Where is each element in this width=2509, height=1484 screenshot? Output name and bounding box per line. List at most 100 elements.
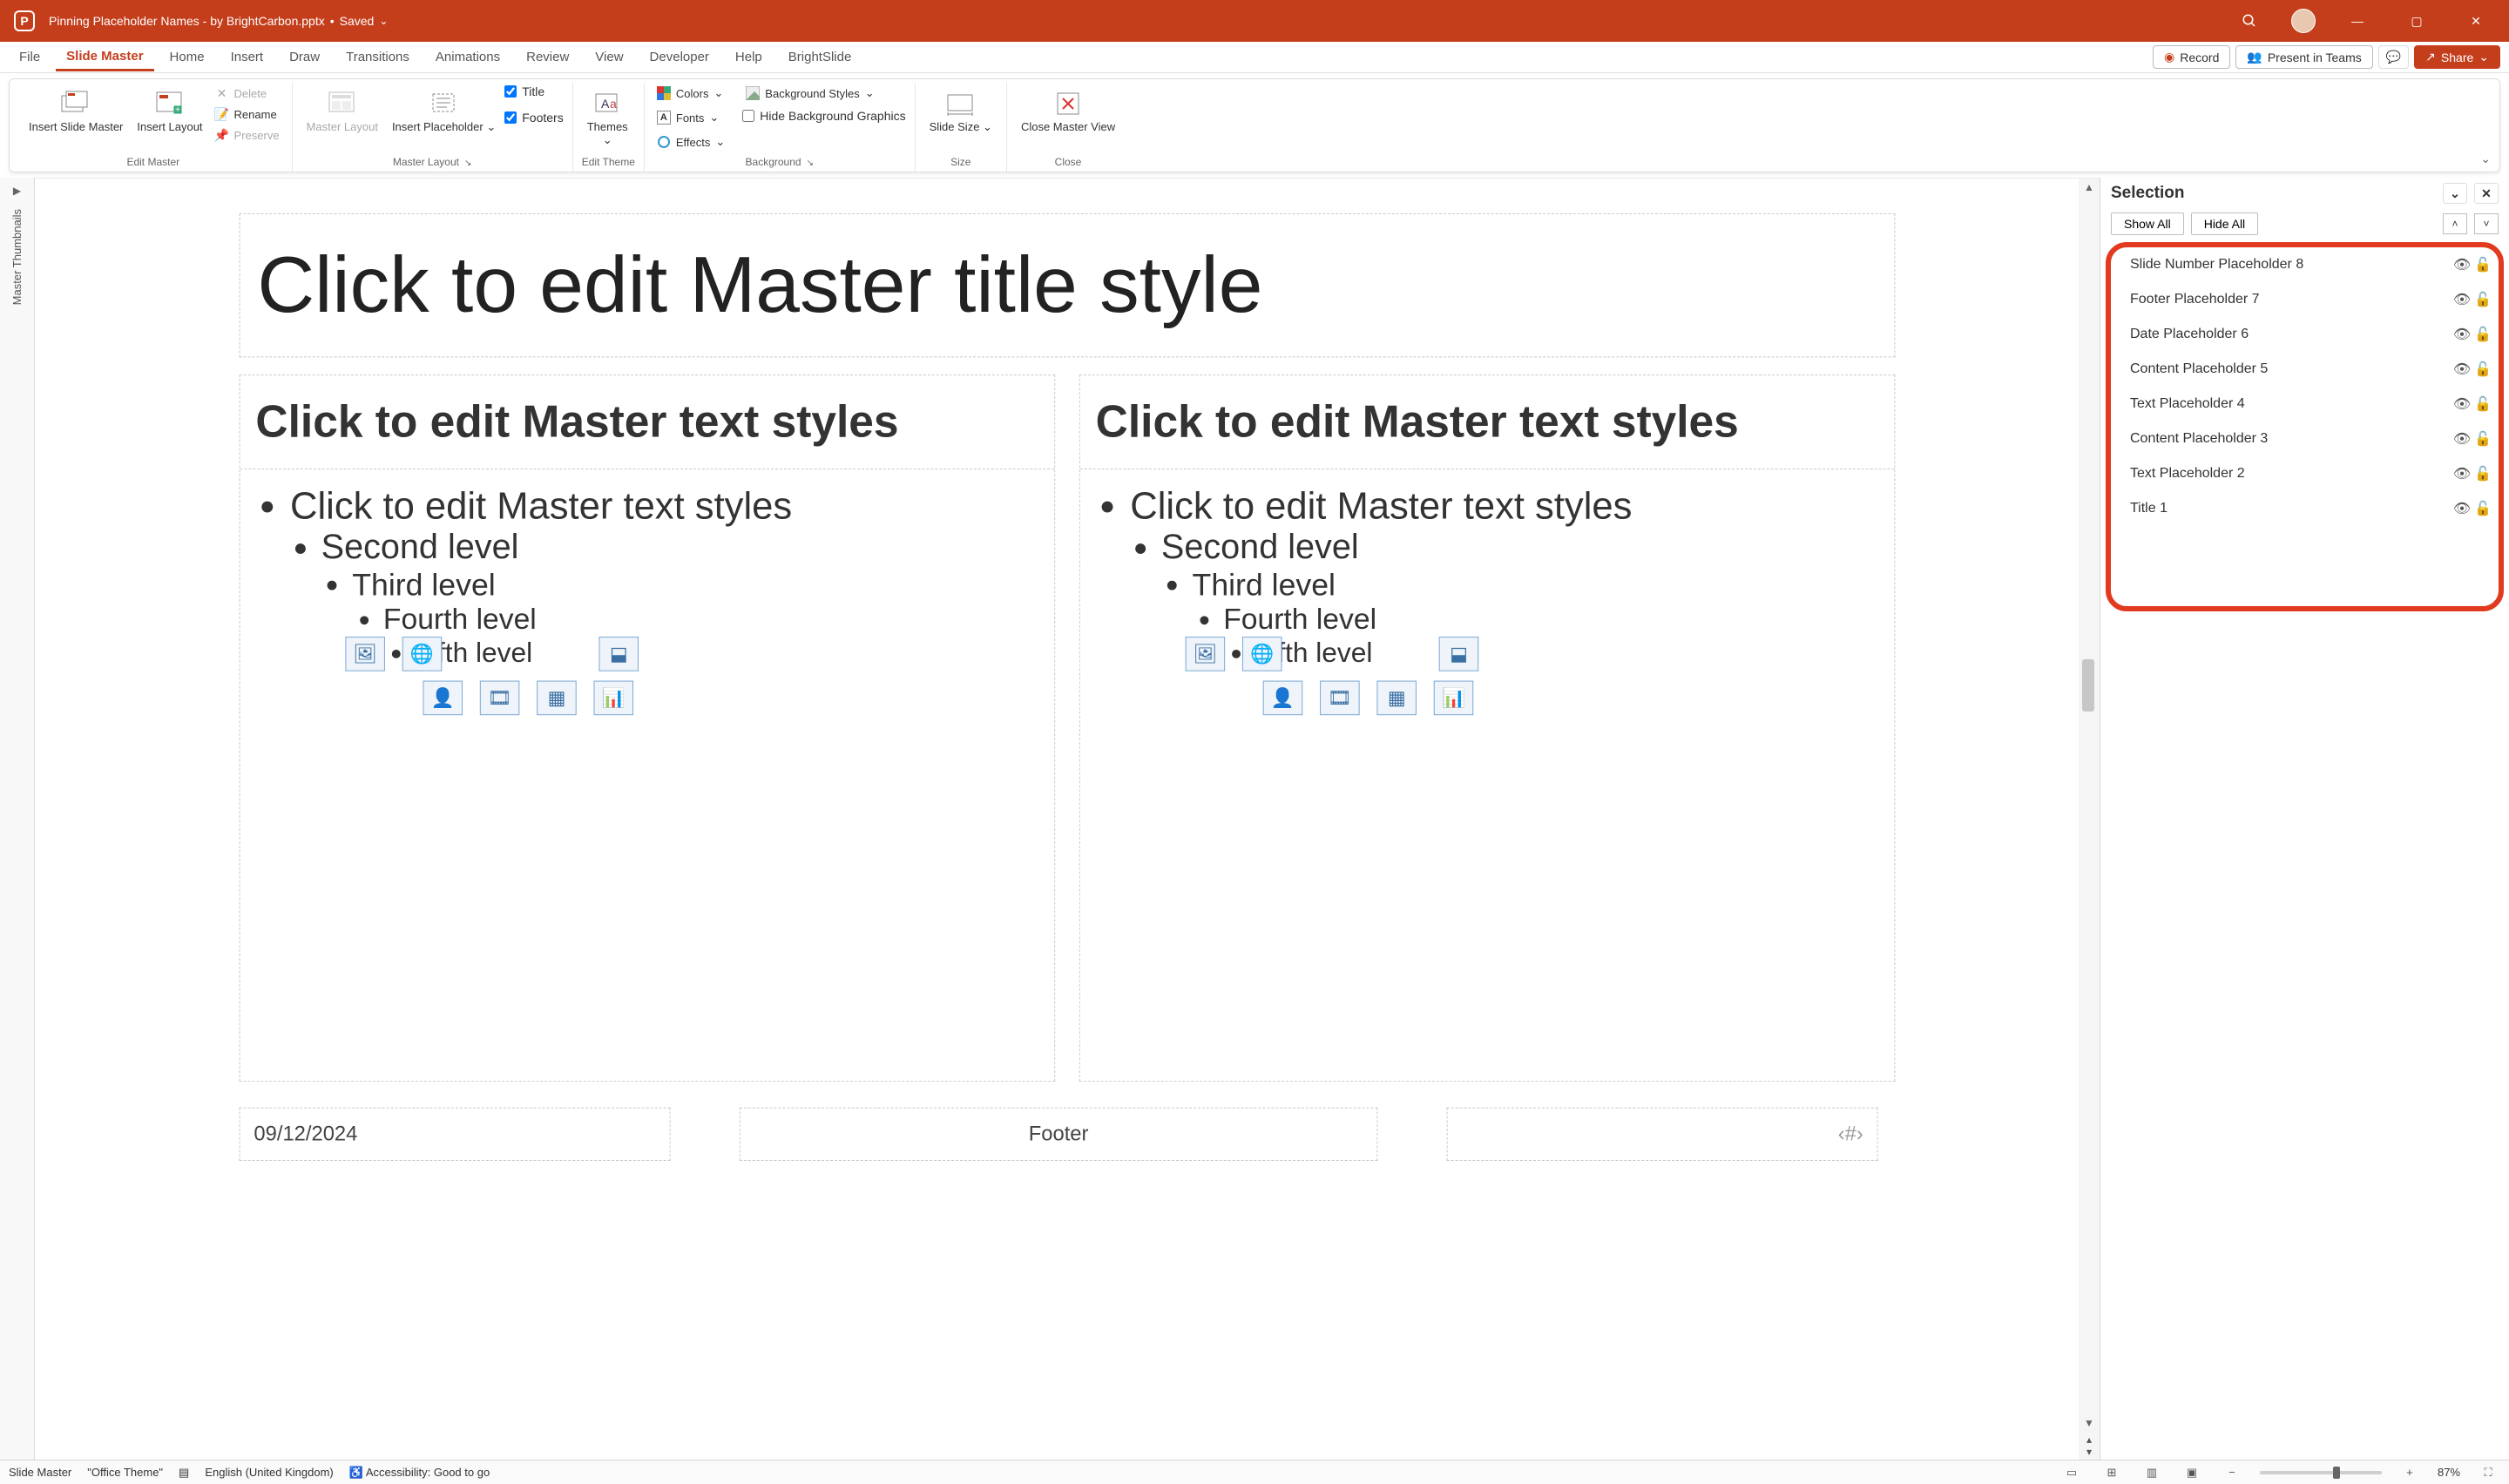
chevron-down-icon[interactable]: ⌄ (379, 15, 388, 27)
close-pane-button[interactable]: ✕ (2474, 183, 2499, 204)
insert-video-icon[interactable]: 🎞 (480, 681, 520, 716)
lock-toggle-icon[interactable]: 🔓 (2472, 465, 2493, 482)
tab-review[interactable]: Review (516, 44, 579, 70)
content-placeholder-right[interactable]: Click to edit Master text styles Second … (1080, 469, 1895, 731)
hide-background-graphics-checkbox[interactable]: Hide Background Graphics (742, 109, 905, 123)
lock-toggle-icon[interactable]: 🔓 (2472, 395, 2493, 413)
hide-all-button[interactable]: Hide All (2191, 212, 2258, 235)
notes-button[interactable]: ▤ (179, 1466, 189, 1480)
tab-animations[interactable]: Animations (425, 44, 511, 70)
status-language[interactable]: English (United Kingdom) (205, 1466, 333, 1479)
selection-item[interactable]: Text Placeholder 2 👁 🔓 (2106, 456, 2504, 491)
present-in-teams-button[interactable]: 👥 Present in Teams (2235, 45, 2372, 69)
insert-cameo-icon[interactable]: 👤 (1263, 681, 1303, 716)
insert-video-icon[interactable]: 🎞 (1320, 681, 1360, 716)
visibility-toggle-icon[interactable]: 👁 (2452, 430, 2472, 448)
share-button[interactable]: ↗ Share ⌄ (2414, 45, 2500, 69)
lock-toggle-icon[interactable]: 🔓 (2472, 361, 2493, 378)
lock-toggle-icon[interactable]: 🔓 (2472, 326, 2493, 343)
expand-thumbnails-button[interactable]: ▶ (13, 185, 21, 197)
tab-slide-master[interactable]: Slide Master (56, 44, 153, 71)
selection-item[interactable]: Date Placeholder 6 👁 🔓 (2106, 317, 2504, 352)
visibility-toggle-icon[interactable]: 👁 (2452, 395, 2472, 413)
selection-item[interactable]: Footer Placeholder 7 👁 🔓 (2106, 282, 2504, 317)
bring-forward-button[interactable]: ˄ (2443, 213, 2467, 234)
insert-placeholder-button[interactable]: Insert Placeholder ⌄ (387, 84, 501, 138)
footer-placeholder[interactable]: Footer (740, 1108, 1378, 1161)
fit-to-window-button[interactable]: ⛶ (2476, 1464, 2500, 1481)
insert-chart-icon[interactable]: 📊 (593, 681, 633, 716)
date-placeholder[interactable]: 09/12/2024 (240, 1108, 671, 1161)
content-placeholder-left[interactable]: Click to edit Master text styles Second … (240, 469, 1055, 731)
tab-insert[interactable]: Insert (220, 44, 274, 70)
insert-table-icon[interactable]: ▦ (537, 681, 577, 716)
zoom-value[interactable]: 87% (2438, 1466, 2460, 1479)
scroll-thumb[interactable] (2082, 659, 2094, 712)
insert-chart-icon[interactable]: 📊 (1434, 681, 1474, 716)
slideshow-view-button[interactable]: ▣ (2180, 1464, 2204, 1481)
lock-toggle-icon[interactable]: 🔓 (2472, 256, 2493, 273)
effects-button[interactable]: Effects ⌄ (653, 133, 728, 151)
text-placeholder-right[interactable]: Click to edit Master text styles Click t… (1079, 374, 1896, 1082)
minimize-button[interactable]: ― (2340, 7, 2375, 35)
user-avatar[interactable] (2291, 9, 2316, 33)
themes-button[interactable]: Aa Themes⌄ (582, 84, 633, 151)
selection-item[interactable]: Title 1 👁 🔓 (2106, 491, 2504, 526)
slide-sorter-view-button[interactable]: ⊞ (2100, 1464, 2124, 1481)
tab-developer[interactable]: Developer (639, 44, 720, 70)
tab-help[interactable]: Help (725, 44, 773, 70)
visibility-toggle-icon[interactable]: 👁 (2452, 465, 2472, 482)
title-checkbox[interactable]: Title (504, 84, 563, 98)
dialog-launcher-icon[interactable]: ↘ (464, 159, 471, 168)
visibility-toggle-icon[interactable]: 👁 (2452, 361, 2472, 378)
scroll-track[interactable] (2079, 196, 2100, 1414)
insert-cameo-icon[interactable]: 👤 (423, 681, 463, 716)
tab-view[interactable]: View (585, 44, 633, 70)
vertical-scrollbar[interactable]: ▲ ▼ ▴ ▾ (2079, 179, 2100, 1460)
scroll-up-icon[interactable]: ▲ (2079, 179, 2100, 196)
slide-size-button[interactable]: Slide Size ⌄ (924, 84, 998, 138)
show-all-button[interactable]: Show All (2111, 212, 2184, 235)
slide-canvas[interactable]: Click to edit Master title style Click t… (35, 178, 2100, 1460)
insert-table-icon[interactable]: ▦ (1376, 681, 1417, 716)
insert-layout-button[interactable]: + Insert Layout (132, 84, 207, 138)
insert-picture-icon[interactable]: 🖼 (345, 637, 385, 671)
close-button[interactable]: ✕ (2458, 7, 2493, 35)
search-icon[interactable] (2232, 7, 2267, 35)
insert-online-picture-icon[interactable]: 🌐 (402, 637, 443, 671)
maximize-button[interactable]: ▢ (2399, 7, 2434, 35)
record-button[interactable]: ◉ Record (2153, 45, 2230, 69)
status-theme[interactable]: "Office Theme" (87, 1466, 163, 1479)
reading-view-button[interactable]: ▥ (2140, 1464, 2164, 1481)
previous-slide-icon[interactable]: ▴ (2086, 1433, 2092, 1446)
slide-number-placeholder[interactable]: ‹#› (1447, 1108, 1878, 1161)
zoom-in-button[interactable]: + (2397, 1464, 2422, 1481)
pane-options-button[interactable]: ⌄ (2443, 183, 2467, 204)
tab-brightslide[interactable]: BrightSlide (778, 44, 862, 70)
colors-button[interactable]: Colors ⌄ (653, 84, 728, 102)
rename-button[interactable]: 📝 Rename (212, 105, 283, 123)
tab-home[interactable]: Home (159, 44, 215, 70)
tab-file[interactable]: File (9, 44, 51, 70)
insert-picture-icon[interactable]: 🖼 (1186, 637, 1226, 671)
zoom-slider[interactable] (2260, 1471, 2382, 1474)
footers-checkbox[interactable]: Footers (504, 111, 563, 125)
accessibility-status[interactable]: ♿ Accessibility: Good to go (349, 1466, 490, 1480)
text-placeholder-left[interactable]: Click to edit Master text styles Click t… (240, 374, 1056, 1082)
visibility-toggle-icon[interactable]: 👁 (2452, 291, 2472, 308)
collapse-ribbon-button[interactable]: ⌄ (2480, 152, 2491, 166)
lock-toggle-icon[interactable]: 🔓 (2472, 500, 2493, 517)
comments-button[interactable]: 💬 (2378, 45, 2409, 69)
tab-transitions[interactable]: Transitions (335, 44, 420, 70)
lock-toggle-icon[interactable]: 🔓 (2472, 430, 2493, 448)
insert-smartart-icon[interactable]: ⬓ (1439, 637, 1479, 671)
visibility-toggle-icon[interactable]: 👁 (2452, 326, 2472, 343)
normal-view-button[interactable]: ▭ (2059, 1464, 2084, 1481)
selection-item[interactable]: Content Placeholder 5 👁 🔓 (2106, 352, 2504, 387)
lock-toggle-icon[interactable]: 🔓 (2472, 291, 2493, 308)
insert-smartart-icon[interactable]: ⬓ (599, 637, 639, 671)
selection-item[interactable]: Text Placeholder 4 👁 🔓 (2106, 387, 2504, 422)
fonts-button[interactable]: A Fonts ⌄ (653, 109, 728, 126)
next-slide-icon[interactable]: ▾ (2086, 1446, 2092, 1458)
zoom-knob[interactable] (2333, 1467, 2340, 1479)
